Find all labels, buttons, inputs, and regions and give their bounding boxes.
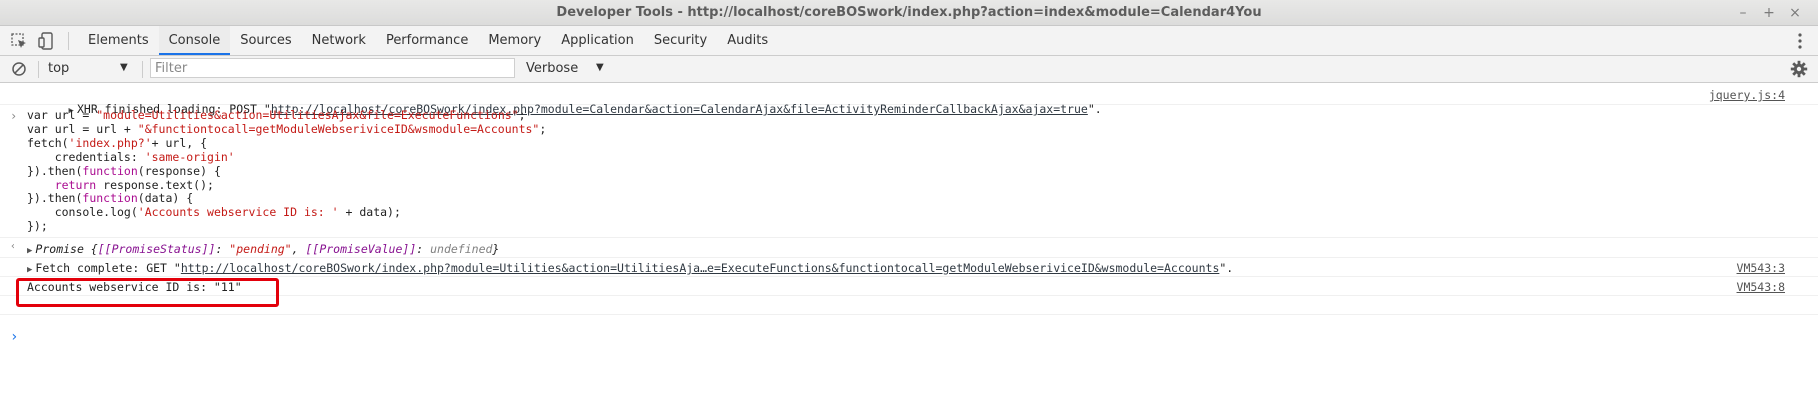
tab-performance[interactable]: Performance — [376, 26, 478, 55]
filter-input[interactable] — [150, 58, 515, 78]
code-text: (data) { — [137, 191, 194, 206]
code-string: 'Accounts webservice ID is: ' — [137, 205, 339, 220]
console-message-fetch[interactable]: ▶ Fetch complete: GET "http://localhost/c… — [0, 258, 1818, 277]
tab-sources[interactable]: Sources — [230, 26, 301, 55]
fetch-url-link[interactable]: http://localhost/coreBOSwork/index.php?m… — [181, 261, 1220, 275]
console-prompt-icon[interactable]: › — [10, 329, 18, 345]
window-title: Developer Tools - http://localhost/coreB… — [556, 5, 1262, 20]
code-text: + url, { — [151, 135, 208, 150]
console-message-xhr[interactable]: ▶ XHR finished loading: POST "http://loca… — [0, 83, 1818, 116]
filterbar-divider — [38, 61, 39, 78]
result-chevron-icon: ‹ — [10, 241, 17, 252]
console-spacer-row — [0, 296, 1818, 315]
console-command-input[interactable]: › var url = "module=Utilities&action=Uti… — [0, 105, 1818, 238]
clear-console-icon[interactable] — [11, 61, 27, 77]
code-string: "&functiontocall=getModuleWebseriviceID&… — [137, 121, 540, 136]
fetch-source-link[interactable]: VM543:3 — [1737, 261, 1785, 275]
code-text: response.text(); — [96, 177, 214, 192]
code-text: }).then( — [27, 163, 83, 178]
expand-triangle-icon[interactable]: ▶ — [27, 246, 32, 256]
code-text: fetch( — [27, 135, 69, 150]
code-text: (response) { — [137, 163, 221, 178]
code-text: }); — [27, 219, 48, 234]
maximize-button[interactable]: + — [1756, 3, 1782, 23]
code-string: "module=Utilities&action=UtilitiesAjax&f… — [96, 108, 519, 122]
device-toolbar-icon[interactable] — [38, 32, 56, 50]
code-keyword: return — [27, 177, 97, 192]
code-text: var url = — [27, 108, 97, 122]
promise-status-value: "pending" — [229, 242, 292, 256]
context-dropdown-arrow-icon[interactable]: ▼ — [120, 62, 128, 73]
tab-security[interactable]: Security — [644, 26, 717, 55]
close-button[interactable]: × — [1782, 3, 1808, 23]
code-text: ; — [518, 108, 526, 122]
console-filterbar: top ▼ Verbose ▼ — [0, 56, 1818, 83]
tab-elements[interactable]: Elements — [78, 26, 159, 55]
log-level-selector[interactable]: Verbose — [526, 61, 578, 76]
tab-application[interactable]: Application — [551, 26, 644, 55]
tab-audits[interactable]: Audits — [717, 26, 778, 55]
tab-console[interactable]: Console — [158, 26, 231, 55]
tab-network[interactable]: Network — [302, 26, 376, 55]
code-string: 'same-origin' — [144, 149, 235, 164]
promise-close: } — [492, 242, 500, 256]
promise-value-value: undefined — [430, 242, 493, 256]
console-result-promise[interactable]: ‹ ▶ Promise {[[PromiseStatus]]: "pending"… — [0, 238, 1818, 258]
toolbar-divider — [68, 32, 69, 50]
filterbar-divider — [142, 61, 143, 78]
code-text: + data); — [338, 205, 401, 220]
kebab-menu-icon[interactable] — [1792, 32, 1808, 50]
xhr-source-link[interactable]: jquery.js:4 — [1709, 88, 1785, 102]
devtools-tabs: Elements Console Sources Network Perform… — [78, 26, 778, 55]
expand-triangle-icon[interactable]: ▶ — [27, 265, 32, 275]
fetch-prefix: Fetch complete: GET " — [35, 261, 181, 275]
code-text: console.log( — [27, 205, 138, 220]
input-chevron-icon: › — [10, 109, 18, 123]
inspect-element-icon[interactable] — [10, 32, 28, 50]
window-titlebar: Developer Tools - http://localhost/coreB… — [0, 0, 1818, 26]
log-source-link[interactable]: VM543:8 — [1737, 280, 1785, 294]
code-block: var url = "module=Utilities&action=Utili… — [27, 108, 547, 234]
promise-status-key: [[PromiseStatus]] — [97, 242, 216, 256]
tab-memory[interactable]: Memory — [478, 26, 551, 55]
console-output: ▶ XHR finished loading: POST "http://loca… — [0, 83, 1818, 416]
minimize-button[interactable]: – — [1730, 3, 1756, 23]
code-text: }).then( — [27, 191, 83, 206]
code-string: 'index.php?' — [68, 135, 152, 150]
log-level-dropdown-arrow-icon[interactable]: ▼ — [596, 62, 604, 73]
window-controls: – + × — [1730, 3, 1808, 23]
code-text: var url = url + — [27, 121, 138, 136]
gear-icon[interactable] — [1790, 60, 1808, 78]
code-text: ; — [539, 121, 547, 136]
devtools-tabbar: Elements Console Sources Network Perform… — [0, 26, 1818, 56]
code-keyword: function — [82, 191, 138, 206]
code-text: credentials: — [27, 149, 145, 164]
promise-label: Promise { — [35, 242, 98, 256]
code-keyword: function — [82, 163, 138, 178]
fetch-suffix: ". — [1219, 261, 1234, 275]
context-selector[interactable]: top — [48, 61, 69, 76]
promise-value-key: [[PromiseValue]] — [305, 242, 417, 256]
